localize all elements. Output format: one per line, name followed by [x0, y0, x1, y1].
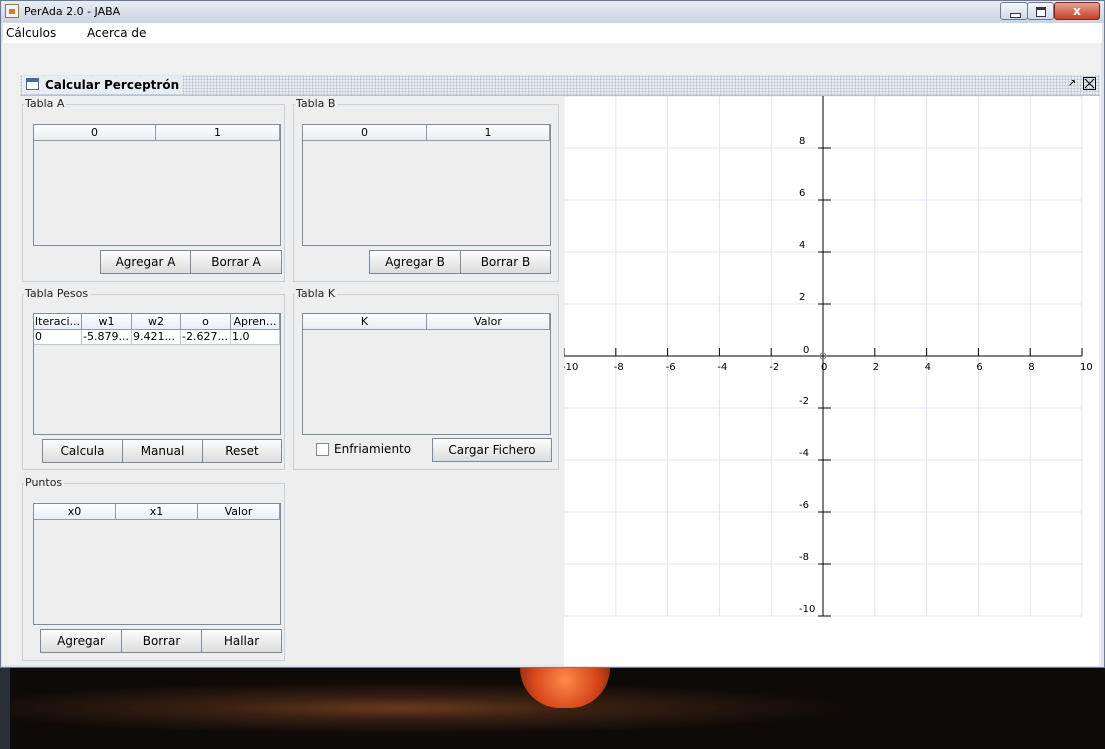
y-tick-label: -2: [799, 396, 809, 407]
close-icon: x: [1073, 4, 1081, 18]
table-k[interactable]: K Valor: [302, 313, 551, 435]
table-a[interactable]: 0 1: [33, 124, 281, 246]
x-tick-label: -2: [769, 362, 779, 373]
agregar-b-button[interactable]: Agregar B: [369, 250, 461, 274]
manual-button[interactable]: Manual: [122, 439, 203, 463]
pesos-col-iteracion[interactable]: Iteraci...: [34, 314, 82, 330]
reset-button[interactable]: Reset: [202, 439, 282, 463]
x-tick-label: 10: [1080, 362, 1093, 373]
y-tick-label: 4: [799, 240, 805, 251]
calcula-button[interactable]: Calcula: [42, 439, 123, 463]
agregar-a-button[interactable]: Agregar A: [100, 250, 191, 274]
internal-frame-titlebar[interactable]: Calcular Perceptrón ↗: [20, 75, 1100, 96]
minimize-button[interactable]: [1000, 2, 1028, 20]
table-cell[interactable]: 9.421...: [132, 330, 181, 345]
table-pesos[interactable]: Iteraci... w1 w2 o Apren... 0 -5.879... …: [33, 313, 281, 435]
y-tick-label: 8: [799, 136, 805, 147]
group-title-tabla-b: Tabla B: [295, 97, 338, 110]
y-tick-label: 6: [799, 188, 805, 199]
group-tabla-a: Tabla A 0 1 Agregar A Borrar A: [22, 97, 285, 282]
menu-calculos[interactable]: Cálculos: [6, 26, 56, 40]
y-tick-label: -4: [799, 448, 809, 459]
group-tabla-k: Tabla K K Valor Enfriamiento Cargar Fich…: [293, 287, 559, 470]
y-tick-label: 0: [803, 345, 809, 356]
table-b[interactable]: 0 1: [302, 124, 551, 246]
x-tick-label: -8: [614, 362, 624, 373]
internal-frame-title: Calcular Perceptrón: [45, 78, 180, 92]
x-tick-label: 2: [873, 362, 879, 373]
restore-icon[interactable]: ↗: [1065, 77, 1079, 91]
pesos-col-w1[interactable]: w1: [82, 314, 132, 330]
group-title-puntos: Puntos: [24, 476, 65, 489]
table-a-col-0[interactable]: 0: [34, 125, 156, 141]
maximize-button[interactable]: [1027, 2, 1054, 20]
wallpaper-decoration: [520, 668, 610, 708]
x-tick-label: -4: [717, 362, 727, 373]
table-cell[interactable]: 0: [34, 330, 82, 345]
x-tick-label: 4: [925, 362, 931, 373]
x-tick-label: 6: [976, 362, 982, 373]
y-tick-label: -8: [799, 552, 809, 563]
table-k-col-valor[interactable]: Valor: [427, 314, 550, 330]
menu-bar: Cálculos Acerca de: [3, 23, 1102, 44]
group-tabla-b: Tabla B 0 1 Agregar B Borrar B: [293, 97, 559, 282]
table-b-col-0[interactable]: 0: [303, 125, 427, 141]
table-cell[interactable]: -5.879...: [82, 330, 132, 345]
group-title-tabla-k: Tabla K: [295, 287, 338, 300]
borrar-a-button[interactable]: Borrar A: [190, 250, 282, 274]
x-tick-label: 8: [1028, 362, 1034, 373]
window-icon: [26, 78, 39, 90]
y-tick-label: -6: [799, 500, 809, 511]
puntos-col-valor[interactable]: Valor: [198, 504, 280, 520]
pesos-col-o[interactable]: o: [181, 314, 231, 330]
window-title: PerAda 2.0 - JABA: [24, 5, 121, 18]
pesos-col-w2[interactable]: w2: [132, 314, 181, 330]
x-tick-label: -10: [564, 362, 578, 373]
cargar-fichero-button[interactable]: Cargar Fichero: [432, 438, 552, 462]
table-k-col-k[interactable]: K: [303, 314, 427, 330]
borrar-button[interactable]: Borrar: [121, 629, 202, 653]
group-puntos: Puntos x0 x1 Valor Agregar Borrar Hallar: [22, 476, 285, 661]
table-cell[interactable]: 1.0: [231, 330, 280, 345]
plot-canvas[interactable]: -10 -8 -6 -4 -2 0 2 4 6 8 10 8 6 4 2 0 -2 -4 -6 -8 -10: [564, 96, 1099, 666]
y-tick-label: 2: [799, 292, 805, 303]
hallar-button[interactable]: Hallar: [201, 629, 282, 653]
close-button[interactable]: x: [1054, 2, 1100, 20]
group-tabla-pesos: Tabla Pesos Iteraci... w1 w2 o Apren... …: [22, 287, 285, 470]
java-app-icon: [5, 4, 19, 18]
perceptron-plot[interactable]: -10 -8 -6 -4 -2 0 2 4 6 8 10 8 6 4 2 0 -2 -4 -6 -8 -10: [564, 96, 1099, 666]
y-tick-label: -10: [799, 604, 815, 615]
x-tick-label: -6: [666, 362, 676, 373]
enfriamiento-checkbox[interactable]: [316, 443, 329, 456]
agregar-button[interactable]: Agregar: [40, 629, 122, 653]
desktop-wallpaper: [0, 668, 1105, 749]
table-puntos[interactable]: x0 x1 Valor: [33, 503, 281, 625]
table-b-col-1[interactable]: 1: [427, 125, 550, 141]
borrar-b-button[interactable]: Borrar B: [460, 250, 551, 274]
x-tick-label: 0: [821, 362, 827, 373]
puntos-col-x1[interactable]: x1: [116, 504, 198, 520]
group-title-tabla-pesos: Tabla Pesos: [24, 287, 91, 300]
puntos-col-x0[interactable]: x0: [34, 504, 116, 520]
internal-frame-close-icon[interactable]: [1083, 77, 1096, 90]
group-title-tabla-a: Tabla A: [24, 97, 67, 110]
table-a-col-1[interactable]: 1: [156, 125, 280, 141]
menu-acerca-de[interactable]: Acerca de: [87, 26, 146, 40]
pesos-col-aprendizaje[interactable]: Apren...: [231, 314, 280, 330]
window-titlebar[interactable]: PerAda 2.0 - JABA x: [1, 1, 1104, 23]
table-cell[interactable]: -2.627...: [181, 330, 231, 345]
enfriamiento-label[interactable]: Enfriamiento: [334, 442, 411, 456]
